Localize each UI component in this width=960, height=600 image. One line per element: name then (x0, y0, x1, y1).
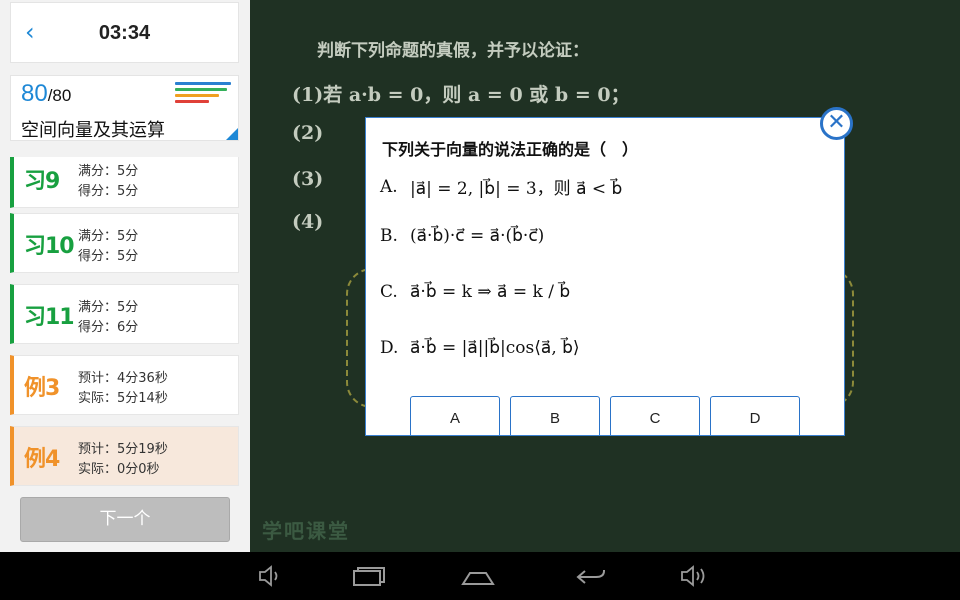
item-line2: 得分：5分 (78, 249, 139, 264)
item-line1: 预计：5分19秒 (78, 442, 168, 457)
list-item[interactable]: 习10 满分：5分 得分：5分 (10, 213, 239, 273)
dialog-question: 下列关于向量的说法正确的是（ ） (382, 140, 639, 159)
option-letter: D. (380, 338, 399, 358)
item-tag: 例3 (24, 376, 60, 401)
option-b: B. (a⃗·b⃗)·c⃗ = a⃗·(b⃗·c⃗) (380, 226, 544, 246)
list-item-active[interactable]: 例4 预计：5分19秒 实际：0分0秒 (10, 426, 239, 486)
board-line-3: (3) (292, 168, 324, 190)
item-line1: 满分：5分 (78, 300, 139, 315)
home-icon[interactable] (461, 562, 495, 590)
sidebar: ‹ 03:34 80/80 空间向量及其运算 习9 满分：5分 得分：5分 习1… (0, 0, 250, 552)
item-line2: 得分：6分 (78, 320, 139, 335)
board-line-4: (4) (292, 211, 324, 233)
close-icon[interactable]: ✕ (820, 107, 853, 140)
back-icon[interactable] (574, 562, 608, 590)
timer: 03:34 (98, 22, 151, 44)
option-math: (a⃗·b⃗)·c⃗ = a⃗·(b⃗·c⃗) (410, 226, 545, 246)
item-tag: 习9 (24, 169, 60, 194)
score-got: 80 (21, 80, 48, 107)
watermark: 学吧课堂 (262, 519, 350, 543)
level-bars-icon (175, 82, 233, 106)
score-card: 80/80 空间向量及其运算 (10, 75, 239, 141)
item-line1: 预计：4分36秒 (78, 371, 168, 386)
option-c: C. a⃗·b⃗ = k ⇒ a⃗ = k / b⃗ (380, 282, 570, 302)
option-letter: C. (380, 282, 398, 302)
option-math: a⃗·b⃗ = |a⃗||b⃗|cos⟨a⃗, b⃗⟩ (410, 338, 580, 358)
choice-b-button[interactable]: B (510, 396, 600, 435)
list-item[interactable]: 习9 满分：5分 得分：5分 (10, 157, 239, 208)
item-line2: 实际：0分0秒 (78, 462, 160, 477)
option-d: D. a⃗·b⃗ = |a⃗||b⃗|cos⟨a⃗, b⃗⟩ (380, 338, 580, 358)
volume-down-icon[interactable] (252, 562, 286, 590)
choice-a-button[interactable]: A (410, 396, 500, 435)
quiz-dialog: 下列关于向量的说法正确的是（ ） A. |a⃗| = 2, |b⃗| = 3，则… (365, 117, 845, 436)
score: 80/80 (21, 80, 71, 108)
board-question: 判断下列命题的真假，并予以论证： (317, 41, 589, 61)
system-nav-bar (0, 552, 960, 600)
option-math: a⃗·b⃗ = k ⇒ a⃗ = k / b⃗ (410, 282, 571, 302)
item-tag: 习11 (24, 305, 75, 330)
list-item[interactable]: 习11 满分：5分 得分：6分 (10, 284, 239, 344)
board-line-2: (2) (292, 122, 324, 144)
chapter-title: 空间向量及其运算 (21, 120, 165, 141)
top-bar: ‹ 03:34 (10, 2, 239, 63)
recent-apps-icon[interactable] (351, 562, 385, 590)
item-line2: 得分：5分 (78, 184, 139, 199)
choice-d-button[interactable]: D (710, 396, 800, 435)
board-line-1: (1)若 a·b = 0，则 a = 0 或 b = 0； (292, 84, 630, 106)
answer-choices: A B C D (410, 396, 810, 435)
item-tag: 例4 (24, 447, 60, 472)
item-line1: 满分：5分 (78, 229, 139, 244)
option-a: A. |a⃗| = 2, |b⃗| = 3，则 a⃗ < b⃗ (380, 174, 623, 200)
exercise-list[interactable]: 习9 满分：5分 得分：5分 习10 满分：5分 得分：5分 习11 满分：5分… (10, 157, 239, 490)
next-button[interactable]: 下一个 (20, 497, 230, 542)
choice-c-button[interactable]: C (610, 396, 700, 435)
volume-up-icon[interactable] (677, 562, 711, 590)
item-tag: 习10 (24, 234, 75, 259)
item-line2: 实际：5分14秒 (78, 391, 168, 406)
item-line1: 满分：5分 (78, 164, 139, 179)
score-total: /80 (47, 86, 72, 105)
option-letter: B. (380, 226, 398, 246)
list-item[interactable]: 例3 预计：4分36秒 实际：5分14秒 (10, 355, 239, 415)
corner-triangle-icon (226, 128, 238, 140)
option-letter: A. (380, 176, 398, 197)
option-math: |a⃗| = 2, |b⃗| = 3，则 a⃗ < b⃗ (410, 179, 623, 199)
